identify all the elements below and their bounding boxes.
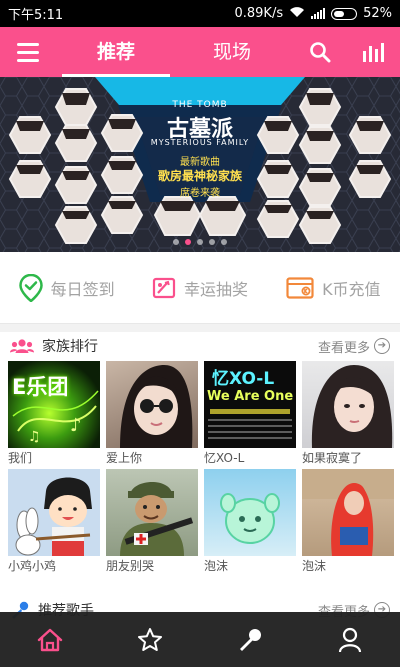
search-icon[interactable] <box>300 27 340 77</box>
nav-profile[interactable] <box>320 612 380 667</box>
banner-page-indicator <box>0 239 400 245</box>
family-card-3[interactable]: 忆XO-L We Are One 忆XO-L <box>204 361 296 469</box>
banner-dot[interactable] <box>209 239 215 245</box>
banner-dot[interactable] <box>197 239 203 245</box>
family-more-label: 查看更多 <box>317 340 370 356</box>
banner-slogan-line1: 歌房最神秘家族 <box>157 169 242 183</box>
battery-icon <box>331 7 358 20</box>
nav-home[interactable] <box>20 612 80 667</box>
banner-subtitle: MYSTERIOUS FAMILY <box>150 138 250 147</box>
family-name-2: 爱上你 <box>106 451 143 465</box>
nav-sing[interactable] <box>220 612 280 667</box>
lottery-icon <box>152 277 176 298</box>
user-icon <box>338 627 362 652</box>
checkin-pin-icon <box>18 273 43 302</box>
card-icon <box>286 276 314 299</box>
promo-banner[interactable]: THE TOMB 古墓派 MYSTERIOUS FAMILY 最新歌曲 歌房最神… <box>0 77 400 252</box>
nav-favorites[interactable] <box>120 612 180 667</box>
menu-icon[interactable] <box>0 27 56 77</box>
recharge-label: K币充值 <box>322 279 381 299</box>
banner-dot[interactable] <box>221 239 227 245</box>
family-thumb-5 <box>8 469 100 556</box>
star-icon <box>138 627 162 651</box>
family-card-4[interactable]: 如果寂寞了 <box>302 361 394 469</box>
banner-dot[interactable] <box>173 239 179 245</box>
battery-percent: 52% <box>363 6 392 21</box>
home-icon <box>37 628 63 651</box>
signal-icon <box>311 8 326 19</box>
family-card-1[interactable]: ♪ ♫ E乐团 我们 <box>8 361 100 469</box>
family-art-text-1: E乐团 <box>12 375 69 399</box>
family-card-7[interactable]: 泡沫 <box>204 469 296 577</box>
section-divider <box>0 324 400 332</box>
family-card-2[interactable]: 爱上你 <box>106 361 198 469</box>
status-time: 下午5:11 <box>8 8 64 23</box>
family-name-6: 朋友别哭 <box>106 559 155 573</box>
group-icon <box>10 339 34 353</box>
lottery-button[interactable]: 幸运抽奖 <box>133 252 266 323</box>
app-screen: 下午5:11 0.89K/s 52% 推荐 现场 THE TOMB 古墓派 MY… <box>0 0 400 667</box>
tab-live[interactable]: 现场 <box>178 27 286 77</box>
checkin-label: 每日签到 <box>50 279 115 299</box>
status-indicators: 0.89K/s 52% <box>234 6 392 22</box>
family-more-link[interactable]: 查看更多 ➔ <box>318 337 390 356</box>
tab-recommend[interactable]: 推荐 <box>62 27 170 77</box>
family-thumb-2 <box>106 361 198 448</box>
family-thumb-4 <box>302 361 394 448</box>
family-thumb-3: 忆XO-L We Are One <box>204 361 296 448</box>
checkin-button[interactable]: 每日签到 <box>0 252 133 323</box>
quick-actions: 每日签到 幸运抽奖 K币充值 <box>0 252 400 324</box>
family-card-6[interactable]: 朋友别哭 <box>106 469 198 577</box>
family-name-1: 我们 <box>8 451 33 465</box>
svg-text:♫: ♫ <box>28 429 41 445</box>
family-name-5: 小鸡小鸡 <box>8 559 57 573</box>
banner-slogan-line2: 席卷来袭 <box>180 188 220 199</box>
banner-top-line: THE TOMB <box>172 100 228 110</box>
banner-new-song: 最新歌曲 <box>180 157 220 168</box>
recharge-button[interactable]: K币充值 <box>267 252 400 323</box>
family-name-4: 如果寂寞了 <box>302 451 363 465</box>
banner-dot[interactable] <box>185 239 191 245</box>
lottery-label: 幸运抽奖 <box>183 279 248 299</box>
family-thumb-7 <box>204 469 296 556</box>
bottom-nav-bar <box>0 612 400 667</box>
network-speed: 0.89K/s <box>234 6 284 21</box>
family-thumb-1: ♪ ♫ E乐团 <box>8 361 100 448</box>
arrow-right-icon: ➔ <box>374 338 390 354</box>
family-name-3: 忆XO-L <box>204 451 245 465</box>
wifi-icon <box>289 6 305 22</box>
family-card-5[interactable]: 小鸡小鸡 <box>8 469 100 577</box>
app-header: 推荐 现场 <box>0 27 400 77</box>
svg-text:♪: ♪ <box>70 415 82 436</box>
family-ranking-title: 家族排行 <box>42 339 98 355</box>
family-card-8[interactable]: 泡沫 <box>302 469 394 577</box>
microphone-icon <box>240 628 261 651</box>
status-bar: 下午5:11 0.89K/s 52% <box>0 0 400 27</box>
family-ranking-header: 家族排行 查看更多 ➔ <box>0 332 400 360</box>
family-thumb-6 <box>106 469 198 556</box>
chart-bars-icon[interactable] <box>354 27 394 77</box>
family-name-7: 泡沫 <box>204 559 229 573</box>
family-grid: ♪ ♫ E乐团 我们 爱上你 忆XO-L We Are One 忆XO-L 如果… <box>8 361 396 577</box>
family-thumb-8 <box>302 469 394 556</box>
family-name-8: 泡沫 <box>302 559 327 573</box>
